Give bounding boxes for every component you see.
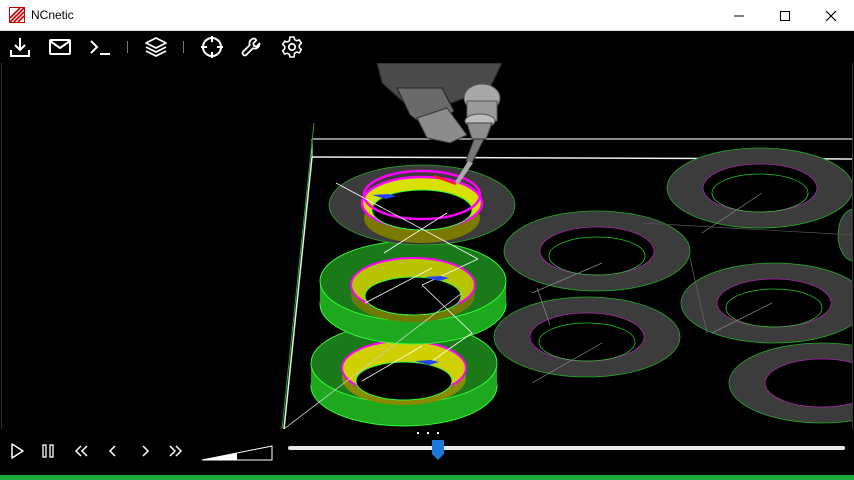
toolbar-separator xyxy=(183,41,184,53)
layers-button[interactable] xyxy=(143,34,169,60)
wrench-button[interactable] xyxy=(239,34,265,60)
close-icon xyxy=(825,10,837,21)
machined-part-top xyxy=(328,164,516,246)
terminal-icon xyxy=(90,40,110,55)
rewind-button[interactable] xyxy=(69,439,93,463)
title-bar: NCnetic xyxy=(0,0,854,31)
crosshair-button[interactable] xyxy=(199,34,225,60)
play-button[interactable] xyxy=(5,439,29,463)
mail-button[interactable] xyxy=(47,34,73,60)
fast-forward-icon xyxy=(169,445,183,457)
maximize-icon xyxy=(780,10,790,21)
rewind-icon xyxy=(74,445,88,457)
mail-icon xyxy=(49,39,71,55)
timeline-track[interactable] xyxy=(288,446,845,450)
unmachined-parts xyxy=(493,147,852,424)
step-forward-button[interactable] xyxy=(133,439,157,463)
minimize-button[interactable] xyxy=(716,0,762,31)
step-back-icon xyxy=(108,445,116,457)
terminal-button[interactable] xyxy=(87,34,113,60)
download-icon xyxy=(10,38,30,57)
simulation-viewport[interactable] xyxy=(1,63,853,429)
timeline-thumb[interactable] xyxy=(432,440,445,460)
toolbar-separator xyxy=(127,41,128,53)
download-button[interactable] xyxy=(7,34,33,60)
pause-icon xyxy=(42,444,54,458)
wrench-icon xyxy=(241,37,261,57)
close-button[interactable] xyxy=(808,0,854,31)
play-icon xyxy=(11,443,24,459)
window-title: NCnetic xyxy=(31,8,74,22)
layers-icon xyxy=(145,37,167,58)
crosshair-icon xyxy=(201,36,223,58)
step-back-button[interactable] xyxy=(101,439,125,463)
app-logo-icon xyxy=(9,7,25,23)
pause-button[interactable] xyxy=(36,439,60,463)
maximize-button[interactable] xyxy=(762,0,808,31)
minimize-icon xyxy=(734,15,744,16)
speed-slider[interactable] xyxy=(201,445,273,461)
toolbar xyxy=(0,31,854,63)
fast-forward-button[interactable] xyxy=(164,439,188,463)
machined-part-middle xyxy=(319,240,507,345)
status-bar xyxy=(0,475,854,480)
settings-button[interactable] xyxy=(279,34,305,60)
timeline-markers xyxy=(417,432,441,436)
toolpath-scene xyxy=(281,63,852,429)
gear-icon xyxy=(281,36,303,58)
step-forward-icon xyxy=(142,445,150,457)
playback-bar xyxy=(0,429,854,475)
